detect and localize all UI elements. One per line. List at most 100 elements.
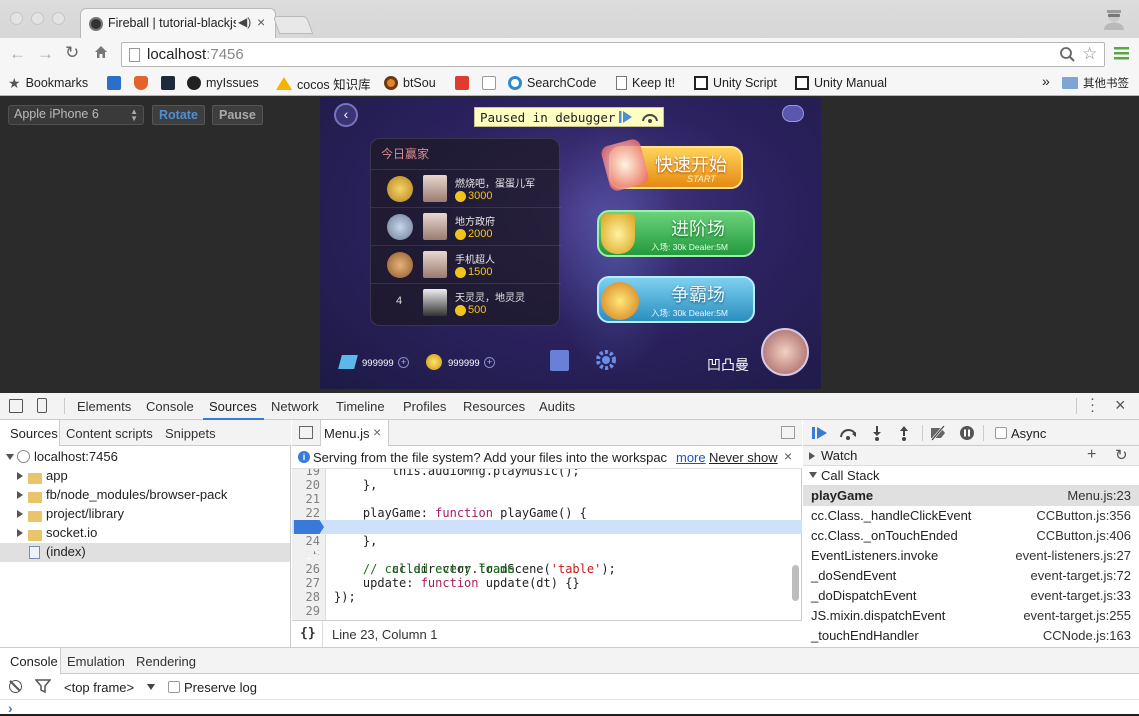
call-frame[interactable]: _doDispatchEvent event-target.js:33 [803, 586, 1139, 606]
close-devtools-icon[interactable]: × [1115, 395, 1126, 416]
back-button[interactable]: ‹ [334, 103, 358, 127]
close-file-icon[interactable]: × [373, 424, 381, 440]
game-canvas[interactable]: ‹ Paused in debugger 今日赢家 燃烧吧，蛋蛋儿军 3000 [320, 97, 821, 389]
never-show-link[interactable]: Never show [709, 450, 778, 465]
refresh-watch-icon[interactable]: ↻ [1115, 446, 1128, 464]
preserve-log-checkbox[interactable] [168, 681, 180, 693]
call-frame-selected[interactable]: playGame Menu.js:23 [803, 486, 1139, 506]
new-tab-button[interactable] [272, 16, 314, 34]
bookmark-keepit[interactable]: Keep It! [616, 74, 675, 92]
call-stack-section-header[interactable]: Call Stack [803, 466, 1139, 486]
drawer-tab-console[interactable]: Console [10, 654, 58, 669]
add-gold-icon[interactable]: + [484, 357, 495, 368]
pause-on-exceptions-icon[interactable] [959, 425, 975, 441]
call-frame[interactable]: EventListeners.invoke event-listeners.js:… [803, 546, 1139, 566]
home-icon[interactable] [93, 44, 109, 60]
drawer-tab-rendering[interactable]: Rendering [136, 654, 196, 669]
browser-tab[interactable]: Fireball | tutorial-blackjs ◀) × [80, 8, 276, 38]
tab-profiles[interactable]: Profiles [403, 399, 446, 414]
bookmark-bookmarks[interactable]: ★ Bookmarks [8, 74, 88, 92]
bookmark-unity-script[interactable]: Unity Script [694, 74, 777, 92]
bookmarks-overflow-button[interactable]: » [1042, 73, 1050, 89]
device-mode-icon[interactable] [37, 398, 47, 413]
call-frame[interactable]: cc.Class._onTouchEnded CCButton.js:406 [803, 526, 1139, 546]
back-icon[interactable]: ← [9, 44, 26, 64]
code-area[interactable]: 19 this.audioMng.playMusic(); 20 }, 21 2… [292, 469, 802, 620]
toggle-navigator-icon[interactable] [299, 426, 313, 439]
address-bar[interactable]: localhost:7456 ☆ [121, 42, 1105, 67]
frame-select[interactable]: <top frame> [64, 680, 134, 695]
toggle-debugger-icon[interactable] [781, 426, 795, 439]
tab-elements[interactable]: Elements [77, 399, 131, 414]
device-select[interactable]: Apple iPhone 6 ▲ ▼ [8, 105, 144, 125]
chat-icon[interactable] [782, 105, 804, 122]
resume-icon[interactable] [811, 425, 827, 441]
menu-icon[interactable] [1114, 46, 1129, 60]
deactivate-breakpoints-icon[interactable] [929, 425, 947, 441]
settings-gear-icon[interactable] [595, 349, 617, 371]
nav-tab-sources[interactable]: Sources [10, 426, 58, 441]
tab-close-icon[interactable]: × [257, 14, 265, 30]
player-avatar[interactable] [761, 328, 809, 376]
tree-folder[interactable]: app [0, 467, 290, 486]
search-bookmark-icon[interactable] [482, 76, 496, 90]
bookmark-myissues[interactable]: myIssues [187, 74, 259, 92]
app-icon[interactable] [161, 76, 175, 90]
nav-tab-content-scripts[interactable]: Content scripts [66, 426, 153, 441]
tree-file-selected[interactable]: (index) [0, 543, 290, 562]
bookmark-btsou[interactable]: btSou [384, 74, 436, 92]
watch-section-header[interactable]: Watch + ↻ [803, 446, 1139, 466]
pause-button[interactable]: Pause [212, 105, 263, 125]
step-out-icon[interactable] [896, 425, 912, 441]
pretty-print-button[interactable]: {} [300, 626, 316, 641]
more-options-icon[interactable]: · · · [1090, 391, 1096, 418]
advanced-room-button[interactable]: 进阶场 入场: 30k Dealer:5M [597, 210, 755, 257]
scrollbar[interactable] [792, 565, 799, 601]
search-icon[interactable] [1059, 46, 1076, 63]
close-infobar-icon[interactable]: × [784, 448, 792, 464]
tasks-icon[interactable] [550, 350, 569, 371]
quick-start-button[interactable]: 快速开始 START [599, 137, 743, 193]
resume-icon[interactable] [619, 111, 633, 123]
clear-console-icon[interactable] [9, 680, 22, 693]
bookmark-unity-manual[interactable]: Unity Manual [795, 74, 887, 92]
inspect-element-icon[interactable] [9, 399, 23, 413]
minimize-window-button[interactable] [31, 12, 44, 25]
call-frame[interactable]: JS.mixin.dispatchEvent event-target.js:25… [803, 606, 1139, 626]
step-into-icon[interactable] [869, 425, 885, 441]
red-app-icon[interactable] [455, 76, 469, 90]
filter-icon[interactable] [34, 679, 52, 694]
tab-resources[interactable]: Resources [463, 399, 525, 414]
more-link[interactable]: more [676, 450, 706, 465]
async-checkbox[interactable] [995, 427, 1007, 439]
tab-network[interactable]: Network [271, 399, 319, 414]
tab-audits[interactable]: Audits [539, 399, 575, 414]
call-frame[interactable]: _doSendEvent event-target.js:72 [803, 566, 1139, 586]
bookmark-searchcode[interactable]: SearchCode [508, 74, 597, 92]
dropdown-arrow-icon[interactable] [147, 684, 155, 690]
tab-timeline[interactable]: Timeline [336, 399, 385, 414]
reload-icon[interactable]: ↻ [65, 43, 79, 63]
close-window-button[interactable] [10, 12, 23, 25]
tree-folder[interactable]: project/library [0, 505, 290, 524]
add-watch-icon[interactable]: + [1087, 446, 1096, 464]
profile-avatar-icon[interactable] [1098, 6, 1130, 32]
step-over-icon[interactable] [641, 111, 659, 123]
call-frame[interactable]: cc.Class._handleClickEvent CCButton.js:35… [803, 506, 1139, 526]
call-frame[interactable]: _touchEndHandler CCNode.js:163 [803, 626, 1139, 646]
hegemony-room-button[interactable]: 争霸场 入场: 30k Dealer:5M [597, 276, 755, 323]
tab-console[interactable]: Console [146, 399, 194, 414]
gitlab-icon[interactable] [134, 76, 148, 90]
step-over-icon[interactable] [838, 425, 858, 441]
zoom-window-button[interactable] [52, 12, 65, 25]
breakpoint-marker[interactable] [294, 520, 324, 534]
tree-folder[interactable]: fb/node_modules/browser-pack [0, 486, 290, 505]
tree-folder[interactable]: socket.io [0, 524, 290, 543]
add-diamond-icon[interactable]: + [398, 357, 409, 368]
bookmark-cocos[interactable]: cocos 知识库 [276, 74, 371, 92]
outlook-icon[interactable] [107, 76, 121, 90]
bookmark-star-icon[interactable]: ☆ [1082, 44, 1097, 64]
drawer-tab-emulation[interactable]: Emulation [67, 654, 125, 669]
tab-sources[interactable]: Sources [209, 399, 257, 414]
rotate-button[interactable]: Rotate [152, 105, 205, 125]
